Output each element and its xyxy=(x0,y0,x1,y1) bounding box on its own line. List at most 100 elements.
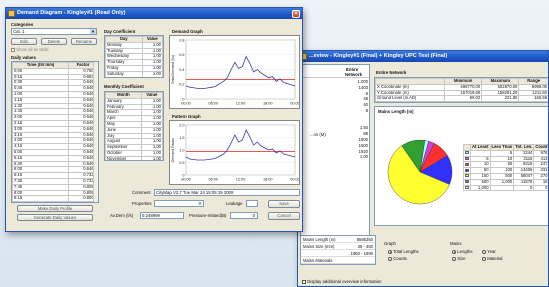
daily-values-row[interactable]: 8:300.7336 xyxy=(12,201,98,202)
mains-summary-list: Mains Length (m) 8595350 Mains Size (mm) 36… xyxy=(300,235,376,265)
daily-values-label: Daily values xyxy=(11,55,36,60)
show-all-checkbox[interactable] xyxy=(11,47,15,52)
pattern-graph-x-tick: 00:00 xyxy=(290,178,299,182)
mains-column-header[interactable]: At Least xyxy=(470,144,491,151)
show-all-row[interactable]: Show all as Multi xyxy=(11,47,48,52)
month-coefficient-row[interactable]: November 1.00 xyxy=(105,155,163,160)
stats-cell[interactable]: 165.58 xyxy=(518,95,548,103)
demand-graph-y-tick: 0.4 xyxy=(179,68,184,72)
radio-lengths[interactable] xyxy=(452,249,456,254)
demand-title-bar[interactable]: Demand Diagram - Kingley#1 (Read Only) × xyxy=(6,8,302,19)
month-coefficient-cell[interactable]: 1.00 xyxy=(140,155,163,160)
graph-group-title: Graph xyxy=(384,241,396,246)
day-coefficient-table: Day Value Monday 1.00 Tuesday 1.00 Wednesday 1.… xyxy=(104,35,164,78)
window-controls: × xyxy=(292,9,300,18)
comment-input[interactable]: CityMap V2.7 Tue Mar 24 15:05:15 2009 xyxy=(154,189,300,196)
day-coefficient-cell[interactable]: Sunday xyxy=(105,76,143,77)
stats-row-label: Ground Level (m AD) xyxy=(374,95,446,103)
make-daily-profile-button[interactable]: Make Daily Profile xyxy=(17,205,93,212)
entire-network-label: Entire Network xyxy=(376,70,407,75)
pattern-graph-y-axis-label: Demand Factor xyxy=(171,137,175,163)
stats-cell[interactable]: 221.80 xyxy=(481,95,520,103)
display-additional-checkbox[interactable] xyxy=(302,279,306,284)
generate-daily-values-button[interactable]: Generate Daily Values xyxy=(17,214,93,221)
daily-values-scrollbar[interactable] xyxy=(93,62,98,202)
demand-diagram-window: Demand Diagram - Kingley#1 (Read Only) ×… xyxy=(5,7,303,232)
radio-material[interactable] xyxy=(482,256,486,261)
mains-column-header[interactable]: Count xyxy=(533,144,548,151)
overview-title-bar[interactable]: ...eview - Kingley#1 (Final) + Kingley U… xyxy=(298,51,548,62)
demand-graph-title: Demand Graph xyxy=(172,29,203,34)
radio-total-lengths[interactable] xyxy=(388,249,392,254)
demand-graph-x-tick: 06:00 xyxy=(208,102,218,106)
pattern-graph-x-tick: 12:00 xyxy=(236,178,246,182)
rename-button[interactable]: Rename xyxy=(71,38,97,45)
mains-cell[interactable] xyxy=(489,184,515,192)
demand-graph: 0.8 0.6 0.4 0.2 0 00:00 06:00 12:00 18:00 00:00 To… xyxy=(169,35,300,109)
pattern-graph-y-tick: 0.5 xyxy=(179,161,184,165)
mains-summary-rows: Mains Length (m) 8595350 Mains Size (mm) 36… xyxy=(301,236,375,264)
day-coefficient-label: Day Coefficient xyxy=(104,29,136,34)
leakage-input[interactable] xyxy=(246,200,258,207)
day-coefficient-cell[interactable]: 1.00 xyxy=(141,76,163,77)
properties-input[interactable]: 0 xyxy=(154,200,204,207)
header-divider xyxy=(301,77,369,78)
categories-dropdown[interactable]: Cat. 1 ▼ xyxy=(11,28,97,35)
close-icon[interactable]: × xyxy=(292,9,300,18)
mains-option-label-1: Year xyxy=(487,249,496,254)
demand-graph-x-tick: 12:00 xyxy=(236,102,246,106)
mains-option-label-3: Material xyxy=(487,256,503,261)
avdem-input[interactable]: 0.248999 xyxy=(140,212,184,219)
radio-year[interactable] xyxy=(482,249,486,254)
mains-length-pie-chart xyxy=(387,139,453,205)
mains-summary-value: 36 - 450 xyxy=(357,244,373,249)
day-coefficient-row[interactable]: Sunday1.00 xyxy=(105,76,163,77)
pressure-label: Pressure-related(B) xyxy=(189,213,227,218)
stats-cell[interactable]: 66.02 xyxy=(444,95,483,103)
mains-option-label-0: Lengths xyxy=(457,249,473,254)
daily-values-cell[interactable]: 8:30 xyxy=(12,201,70,202)
stats-row[interactable]: Ground Level (m AD) 66.02 221.80 165.58 xyxy=(374,95,548,103)
demand-graph-x-tick: 00:00 xyxy=(290,102,299,106)
month-coefficient-table: Month Value January 1.00 February 1.00 March 1.… xyxy=(104,91,164,161)
graph-option-total-lengths[interactable]: Total Lengths xyxy=(388,249,419,254)
month-coefficient-label: Monthly Coefficient xyxy=(104,84,144,89)
color-swatch xyxy=(465,174,469,178)
overview-title: ...eview - Kingley#1 (Final) + Kingley U… xyxy=(309,53,448,59)
coordinate-stats-table: Minimum Maximum Range X Coordinate (m) 49677… xyxy=(374,77,548,103)
graph-option-counts[interactable]: Counts xyxy=(388,256,407,261)
mains-option-year[interactable]: Year xyxy=(482,249,496,254)
month-coefficient-cell[interactable]: November xyxy=(105,155,142,160)
demand-graph-svg: 0.80.60.40.2000:00 06:00 12:00 18:00 00:00To… xyxy=(171,38,300,106)
mains-cell[interactable]: 1,000 xyxy=(470,184,491,192)
daily-values-table: Time (hh:mm) Factor 0:00 0.7503 0:15 0.6831 0:… xyxy=(11,61,99,203)
demand-graph-y-tick: 0.6 xyxy=(179,53,184,57)
cancel-button[interactable]: Cancel xyxy=(268,212,300,220)
mains-header-row: At Least Less Than Tot. Len. Count xyxy=(463,144,548,151)
network-value xyxy=(341,183,368,189)
radio-size[interactable] xyxy=(452,256,456,261)
mains-cell[interactable]: 0 xyxy=(533,184,548,192)
mains-cell[interactable]: 0 xyxy=(513,184,535,192)
radio-counts[interactable] xyxy=(388,256,392,261)
color-swatch xyxy=(465,151,469,155)
mains-option-material[interactable]: Material xyxy=(482,256,503,261)
row-label-mains: ...ns (M) xyxy=(310,132,326,137)
mains-column-header[interactable]: Tot. Len. xyxy=(513,144,535,151)
color-swatch xyxy=(465,162,469,166)
mains-summary-value: 1960 - 1990 xyxy=(350,251,373,256)
display-additional-checkbox-row[interactable]: Display additional overview information xyxy=(302,279,381,284)
pattern-graph-y-tick: 2.0 xyxy=(179,123,184,127)
edit-button[interactable]: Edit xyxy=(11,38,37,45)
mains-option-lengths[interactable]: Lengths xyxy=(452,249,473,254)
mains-summary-label: Mains Length (m) xyxy=(303,237,336,242)
mains-column-header[interactable]: Less Than xyxy=(489,144,515,151)
mains-option-size[interactable]: Size xyxy=(452,256,466,261)
delete-button[interactable]: Delete xyxy=(41,38,67,45)
mains-summary-row: 1960 - 1990 xyxy=(301,250,375,257)
mains-row[interactable]: 1,000 0 0 xyxy=(463,184,548,192)
save-button[interactable]: Save xyxy=(268,200,300,208)
pressure-input[interactable]: 0 xyxy=(230,212,258,219)
mains-summary-value: 8595350 xyxy=(356,237,373,242)
graph-option-label-0: Total Lengths xyxy=(393,249,419,254)
